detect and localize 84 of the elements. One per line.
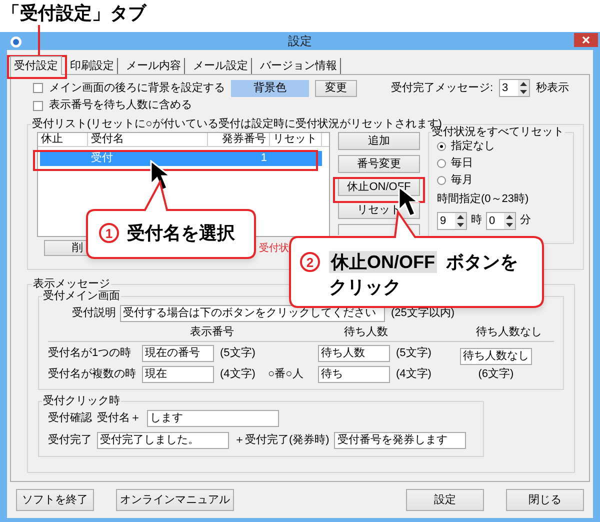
tab[interactable]: 印刷設定 bbox=[62, 58, 118, 74]
row-label: 受付名が1つの時 bbox=[48, 346, 132, 362]
spin-arrows-icon bbox=[504, 212, 515, 228]
field-label: 受付確認 bbox=[48, 410, 92, 426]
tab[interactable]: 受付設定 bbox=[10, 56, 62, 75]
radio-button[interactable] bbox=[437, 142, 446, 151]
field-label: ＋受付完了(発券時) bbox=[234, 432, 330, 448]
delete-button[interactable]: 削 bbox=[44, 240, 88, 256]
app-icon bbox=[10, 36, 22, 48]
close-icon bbox=[582, 36, 590, 44]
row-label: 受付名が複数の時 bbox=[48, 366, 137, 382]
joiner-text: ○番○人 bbox=[268, 366, 304, 382]
callout-text: クリック bbox=[329, 276, 401, 298]
input-field[interactable]: します bbox=[147, 410, 279, 426]
footer-button[interactable]: 閉じる bbox=[506, 489, 584, 511]
spin-arrows-icon bbox=[518, 80, 529, 96]
checkbox[interactable] bbox=[33, 100, 43, 110]
column-header: 表示番号 bbox=[189, 324, 235, 340]
radio-label: 毎月 bbox=[451, 173, 473, 188]
field-label: 受付完了 bbox=[48, 432, 92, 448]
button-name-highlight: 休止ON/OFF bbox=[329, 251, 437, 273]
warning-text: 受付状 bbox=[259, 242, 289, 256]
length-note: (6文字) bbox=[478, 366, 514, 382]
leader-line bbox=[38, 25, 40, 56]
field-label: 受付説明 bbox=[71, 306, 117, 321]
group-title: 受付メイン画面 bbox=[42, 290, 121, 302]
radio-button[interactable] bbox=[437, 176, 446, 185]
input-field[interactable]: 現在の番号 bbox=[142, 345, 214, 362]
column-header: 受付名 bbox=[88, 133, 208, 146]
tab[interactable]: メール設定 bbox=[185, 58, 252, 74]
callout-text: ボタンを bbox=[446, 251, 518, 273]
footer-button[interactable]: オンラインマニュアル bbox=[116, 489, 234, 511]
number-spinner[interactable]: 9 bbox=[437, 212, 467, 230]
input-field[interactable]: 受付する場合は下のボタンをクリックしてください bbox=[120, 304, 385, 322]
number-spinner[interactable]: 3 bbox=[499, 79, 530, 97]
highlight-frame bbox=[7, 55, 67, 79]
group-title: 表示メッセージ bbox=[32, 278, 111, 290]
minute-unit: 分 bbox=[520, 213, 531, 228]
color-swatch: 背景色 bbox=[231, 80, 309, 96]
list-action-button[interactable]: 番号変更 bbox=[338, 155, 420, 173]
radio-button[interactable] bbox=[437, 159, 446, 168]
number-spinner[interactable]: 0 bbox=[486, 212, 516, 230]
footer-button[interactable]: ソフトを終了 bbox=[16, 489, 94, 511]
column-header: 発券番号 bbox=[208, 133, 270, 146]
table-cell-text: 受付 bbox=[90, 151, 114, 166]
radio-label: 毎日 bbox=[451, 156, 473, 172]
length-note: (4文字) bbox=[396, 366, 432, 382]
list-action-button[interactable]: 追加 bbox=[338, 132, 420, 150]
list-action-button[interactable]: 休止ON/OFF bbox=[338, 178, 420, 196]
footer-button[interactable]: 設定 bbox=[406, 489, 484, 511]
tab[interactable]: メール内容 bbox=[118, 58, 185, 74]
time-label: 時間指定(0～23時) bbox=[437, 192, 530, 207]
length-note: (5文字) bbox=[220, 346, 256, 362]
column-header: 待ち人数 bbox=[343, 325, 389, 340]
hour-unit: 時 bbox=[471, 213, 482, 228]
column-header: リセット bbox=[270, 133, 322, 146]
checkbox-label: メイン画面の後ろに背景を設定する bbox=[49, 80, 225, 96]
step-number: 2 bbox=[300, 252, 320, 272]
table-cell-text: 1 bbox=[260, 151, 268, 166]
length-note: (4文字) bbox=[220, 366, 256, 382]
callout-text: 受付名を選択 bbox=[127, 222, 235, 244]
field-label: 受付名＋ bbox=[97, 410, 142, 426]
tab[interactable]: バージョン情報 bbox=[252, 58, 341, 74]
checkbox-label: 表示番号を待ち人数に含める bbox=[49, 98, 192, 114]
spin-arrows-icon bbox=[455, 212, 466, 228]
input-field[interactable]: 受付番号を発券します bbox=[334, 432, 466, 448]
radio-label: 指定なし bbox=[451, 138, 495, 154]
input-field[interactable]: 待ち人数 bbox=[318, 345, 390, 362]
duration-unit: 秒表示 bbox=[536, 80, 569, 96]
checkbox[interactable] bbox=[33, 83, 43, 93]
step-number: 1 bbox=[99, 223, 119, 243]
input-field[interactable]: 待ち bbox=[318, 366, 390, 383]
column-header: 待ち人数なし bbox=[475, 325, 543, 340]
input-field[interactable]: 待ち人数なし bbox=[460, 348, 532, 365]
close-button[interactable] bbox=[574, 33, 598, 47]
annotation-title: 「受付設定」タブ bbox=[2, 3, 146, 23]
change-button[interactable]: 変更 bbox=[315, 80, 357, 96]
input-field[interactable]: 現在 bbox=[142, 366, 214, 383]
column-header: 休止 bbox=[38, 133, 88, 146]
duration-label: 受付完了メッセージ: bbox=[390, 80, 493, 96]
group-title: 受付クリック時 bbox=[42, 395, 121, 407]
window-title: 設定 bbox=[288, 33, 312, 50]
input-field[interactable]: 受付完了しました。 bbox=[97, 432, 229, 448]
length-note: (5文字) bbox=[396, 346, 432, 362]
